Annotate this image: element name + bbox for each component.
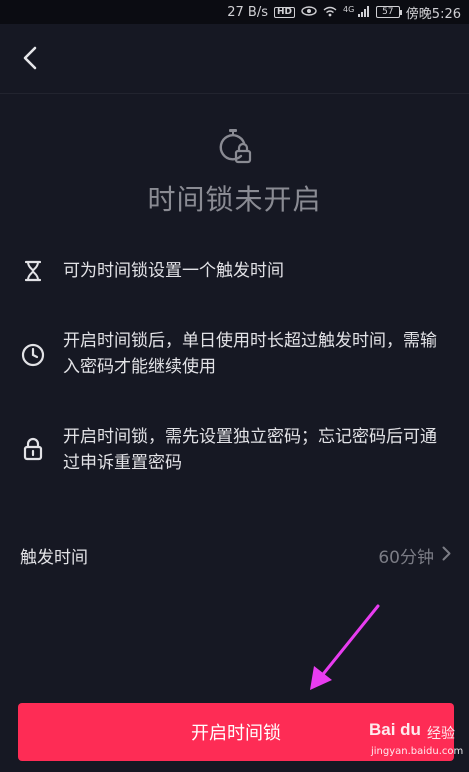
trigger-time-row[interactable]: 触发时间 60分钟	[0, 530, 469, 580]
back-button[interactable]	[14, 44, 46, 76]
annotation-arrow-icon	[300, 600, 390, 695]
feature-text: 开启时间锁，需先设置独立密码；忘记密码后可通过申诉重置密码	[63, 427, 437, 473]
feature-text: 开启时间锁后，单日使用时长超过触发时间，需输入密码才能继续使用	[63, 331, 437, 377]
feature-item-trigger: 可为时间锁设置一个触发时间	[20, 258, 450, 284]
chevron-right-icon	[442, 546, 451, 565]
battery-icon: 57	[375, 6, 402, 18]
watermark-url: jingyan.baidu.com	[371, 746, 464, 757]
status-bar: 27 B/s HD 4G 57 傍晚5:26	[0, 0, 469, 24]
eye-icon	[301, 6, 317, 18]
hourglass-icon	[20, 258, 46, 284]
feature-item-limit: 开启时间锁后，单日使用时长超过触发时间，需输入密码才能继续使用	[20, 328, 450, 380]
hd-icon: HD	[273, 6, 295, 18]
trigger-time-selector[interactable]: 60分钟	[378, 543, 451, 568]
wifi-icon	[323, 6, 337, 19]
baidu-jingyan-watermark: Bai du 经验 jingyan.baidu.com	[369, 716, 464, 766]
clock-time: 傍晚5:26	[405, 6, 461, 22]
lock-icon	[20, 436, 46, 462]
header	[0, 24, 469, 94]
battery-level: 57	[382, 7, 394, 17]
network-speed: 27 B/s	[227, 4, 268, 20]
stopwatch-lock-icon	[214, 126, 256, 168]
page-title: 时间锁未开启	[147, 183, 322, 216]
chevron-left-icon	[22, 46, 38, 74]
watermark-suffix: 经验	[427, 726, 455, 742]
feature-item-password: 开启时间锁，需先设置独立密码；忘记密码后可通过申诉重置密码	[20, 424, 450, 476]
feature-text: 可为时间锁设置一个触发时间	[63, 261, 284, 281]
baidu-logo: Bai du	[369, 720, 421, 739]
trigger-time-value: 60分钟	[378, 547, 434, 568]
network-type: 4G	[343, 4, 355, 14]
trigger-time-label: 触发时间	[20, 547, 88, 568]
signal-icon: 4G	[343, 4, 370, 19]
clock-icon	[20, 342, 46, 368]
